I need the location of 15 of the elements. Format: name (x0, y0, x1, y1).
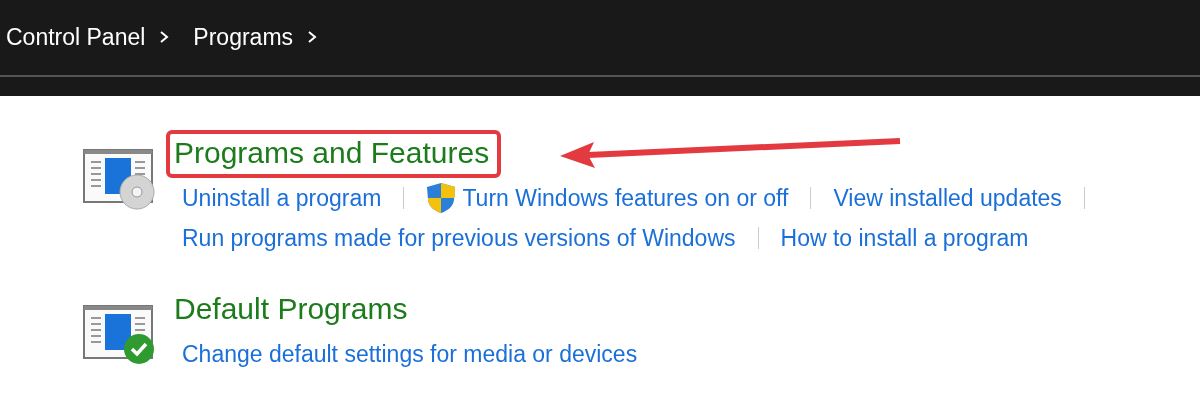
link[interactable]: Turn Windows features on or off (462, 184, 789, 212)
window-disc-icon[interactable] (83, 146, 157, 210)
link[interactable]: Change default settings for media or devices (182, 340, 638, 368)
breadcrumb-item[interactable]: Control Panel (6, 23, 146, 51)
shield-icon (426, 182, 457, 214)
chevron-icon[interactable] (159, 30, 170, 44)
window-checkmark-icon[interactable] (83, 302, 157, 366)
chevron-icon[interactable] (307, 30, 318, 44)
link[interactable]: Run programs made for previous versions of Windows (182, 224, 736, 252)
breadcrumb-item[interactable]: Programs (193, 23, 294, 51)
section-title-link[interactable]: Default Programs (166, 286, 420, 334)
link[interactable]: Uninstall a program (182, 184, 382, 212)
link[interactable]: How to install a program (780, 224, 1029, 252)
link[interactable]: View installed updates (833, 184, 1062, 212)
section-title-link[interactable]: Programs and Features (166, 130, 502, 178)
